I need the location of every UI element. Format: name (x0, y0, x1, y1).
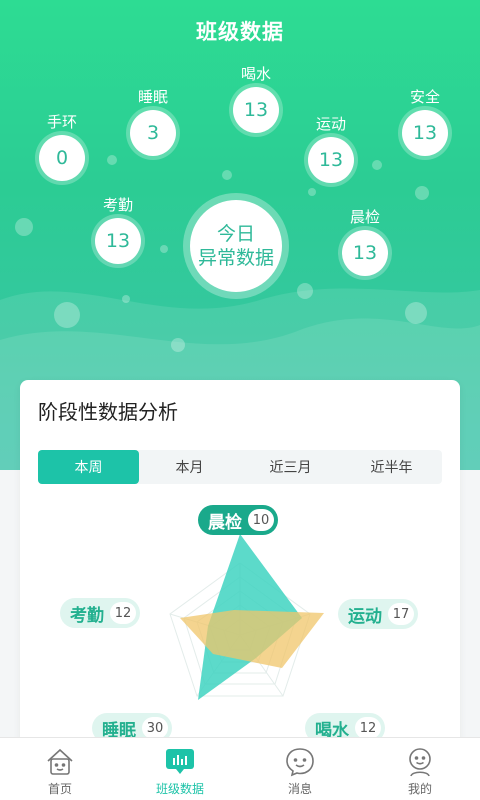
bubble-value: 0 (39, 135, 85, 181)
decor-dot (222, 170, 232, 180)
bubble-value: 13 (233, 87, 279, 133)
home-icon (47, 748, 73, 775)
tab-this-month[interactable]: 本月 (139, 450, 240, 484)
bottom-tab-bar: 首页 班级数据 消息 我的 (0, 737, 480, 800)
decor-dot (54, 302, 80, 328)
tabbar-item-messages[interactable]: 消息 (240, 738, 360, 800)
message-icon (286, 748, 314, 777)
bubble-wristband[interactable]: 手环 0 (17, 111, 107, 181)
radar-tag-exercise[interactable]: 运动 17 (338, 599, 418, 629)
radar-tag-value: 12 (110, 602, 136, 624)
tabbar-label: 我的 (407, 782, 432, 796)
tabbar-label: 班级数据 (155, 782, 204, 796)
tabbar-item-class-data[interactable]: 班级数据 (120, 738, 240, 800)
radar-tag-label: 运动 (348, 606, 382, 627)
center-line1: 今日 (216, 223, 255, 245)
today-abnormal-button[interactable]: 今日 异常数据 (183, 193, 289, 299)
decor-dot (308, 188, 316, 196)
analysis-title: 阶段性数据分析 (38, 400, 178, 424)
radar-tag-value: 30 (142, 717, 168, 739)
tabbar-item-home[interactable]: 首页 (0, 738, 120, 800)
bubble-label: 手环 (46, 113, 77, 131)
bubble-sleep[interactable]: 睡眠 3 (108, 86, 198, 156)
decor-dot (107, 155, 117, 165)
bubble-attendance[interactable]: 考勤 13 (73, 194, 163, 264)
bubble-exercise[interactable]: 运动 13 (286, 113, 376, 183)
bubble-value: 13 (308, 137, 354, 183)
bubble-label: 睡眠 (137, 88, 168, 106)
tabbar-item-profile[interactable]: 我的 (360, 738, 480, 800)
radar-tag-value: 10 (248, 509, 274, 531)
radar-tag-morning-check[interactable]: 晨检 10 (198, 505, 278, 535)
profile-icon (409, 748, 431, 777)
bubble-label: 运动 (315, 115, 346, 133)
bubble-value: 13 (402, 110, 448, 156)
bubble-label: 考勤 (102, 196, 133, 214)
radar-tag-attendance[interactable]: 考勤 12 (60, 598, 140, 628)
bubble-label: 喝水 (240, 65, 271, 83)
tab-last-half-year[interactable]: 近半年 (341, 450, 442, 484)
radar-tag-value: 12 (355, 717, 381, 739)
bubble-value: 3 (130, 110, 176, 156)
bubble-value: 13 (342, 230, 388, 276)
bubble-label: 晨检 (349, 208, 380, 226)
decor-dot (415, 186, 429, 200)
tabbar-label: 首页 (47, 782, 72, 796)
bubble-value: 13 (95, 218, 141, 264)
center-line2: 异常数据 (197, 247, 274, 269)
radar-series-orange (180, 610, 324, 668)
tab-this-week[interactable]: 本周 (38, 450, 139, 484)
decor-dot (405, 302, 427, 324)
tabbar-label: 消息 (287, 782, 312, 796)
decor-dot (297, 283, 313, 299)
decor-dot (171, 338, 185, 352)
radar-tag-value: 17 (388, 603, 414, 625)
tab-last-three-months[interactable]: 近三月 (240, 450, 341, 484)
decor-dot (15, 218, 33, 236)
bubble-label: 安全 (409, 88, 440, 106)
bubble-morning-check[interactable]: 晨检 13 (320, 206, 410, 276)
decor-dot (122, 295, 130, 303)
bubble-safety[interactable]: 安全 13 (380, 86, 470, 156)
radar-tag-label: 考勤 (70, 605, 104, 626)
period-tabs: 本周 本月 近三月 近半年 (38, 450, 442, 484)
page-title: 班级数据 (196, 20, 284, 44)
chart-icon (166, 749, 194, 774)
radar-tag-label: 晨检 (208, 512, 242, 533)
